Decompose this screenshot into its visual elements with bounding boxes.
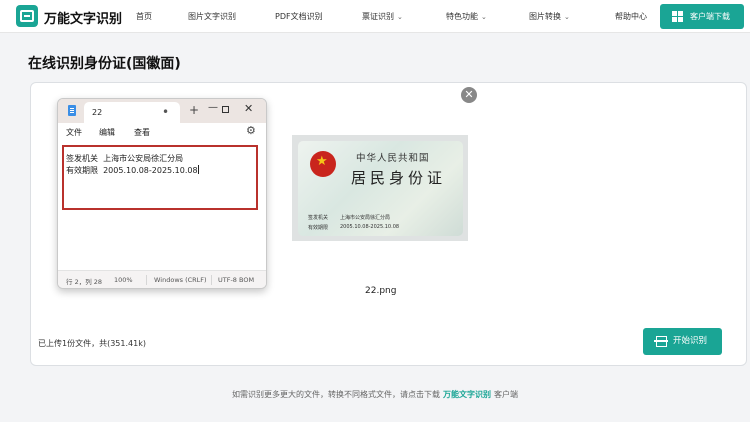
remove-file-icon[interactable]: ✕	[461, 87, 477, 103]
notepad-tab[interactable]: 22 •	[84, 102, 180, 123]
notepad-titlebar: 22 • + — ✕	[58, 99, 266, 123]
chevron-down-icon: ⌄	[564, 13, 570, 21]
card-issuer-value: 上海市公安局徐汇分局	[340, 215, 391, 221]
status-separator	[211, 275, 212, 285]
card-validity-value: 2005.10.08-2025.10.08	[340, 224, 400, 230]
notepad-statusbar: 行 2，列 28 100% Windows (CRLF) UTF-8 BOM	[58, 270, 266, 288]
close-icon[interactable]: ✕	[244, 102, 253, 115]
minimize-icon[interactable]: —	[208, 102, 218, 113]
scan-icon	[654, 336, 668, 347]
card-header-title: 居民身份证	[351, 169, 447, 187]
thumbnail-file-name: 22.png	[365, 286, 397, 296]
nav-help[interactable]: 帮助中心	[615, 11, 647, 22]
id-card-image: 中华人民共和国 居民身份证 签发机关 上海市公安局徐汇分局 有效期限 2005.…	[298, 141, 463, 236]
nav-image-convert[interactable]: 图片转换 ⌄	[529, 11, 570, 22]
footer-brand-link[interactable]: 万能文字识别	[443, 390, 491, 399]
maximize-icon[interactable]	[222, 106, 229, 113]
unsaved-dot-icon[interactable]: •	[162, 105, 169, 119]
notepad-tab-name: 22	[92, 108, 103, 117]
nav-home[interactable]: 首页	[136, 11, 152, 22]
notepad-file-icon	[68, 105, 76, 116]
status-zoom: 100%	[114, 276, 133, 284]
top-nav-bar: 万能文字识别 首页 图片文字识别 PDF文档识别 票证识别 ⌄ 特色功能 ⌄ 图片转…	[0, 0, 750, 33]
gear-icon[interactable]: ⚙	[246, 124, 256, 137]
windows-icon	[672, 11, 683, 22]
footer-note: 如需识别更多更大的文件，转换不同格式文件，请点击下载 万能文字识别 客户端	[232, 390, 518, 399]
page-title: 在线识别身份证(国徽面)	[28, 56, 181, 72]
start-recognition-button[interactable]: 开始识别	[643, 328, 722, 355]
status-cursor-position: 行 2，列 28	[66, 278, 103, 286]
client-download-button[interactable]: 客户端下载	[660, 4, 744, 29]
nav-image-ocr[interactable]: 图片文字识别	[188, 11, 236, 22]
chevron-down-icon: ⌄	[481, 13, 487, 21]
national-emblem-icon	[310, 151, 336, 177]
card-issuer-label: 签发机关	[308, 215, 329, 221]
app-logo-text[interactable]: 万能文字识别	[44, 8, 122, 27]
upload-summary: 已上传1份文件，共(351.41k)	[38, 339, 146, 348]
nav-pdf-ocr[interactable]: PDF文档识别	[275, 11, 323, 22]
nav-features[interactable]: 特色功能 ⌄	[446, 11, 487, 22]
card-validity-label: 有效期限	[308, 225, 329, 231]
status-encoding: UTF-8 BOM	[218, 276, 255, 284]
result-highlight-box	[62, 145, 258, 210]
menu-file[interactable]: 文件	[66, 127, 82, 138]
app-logo-icon[interactable]	[16, 5, 38, 27]
menu-view[interactable]: 查看	[134, 127, 150, 138]
status-line-ending: Windows (CRLF)	[154, 276, 207, 284]
menu-edit[interactable]: 编辑	[99, 127, 115, 138]
notepad-menubar: 文件 编辑 查看 ⚙	[58, 123, 266, 141]
nav-ticket-ocr[interactable]: 票证识别 ⌄	[362, 11, 403, 22]
new-tab-icon[interactable]: +	[189, 103, 199, 117]
status-separator	[146, 275, 147, 285]
card-header-country: 中华人民共和国	[356, 153, 430, 164]
chevron-down-icon: ⌄	[397, 13, 403, 21]
uploaded-image-thumbnail[interactable]: 中华人民共和国 居民身份证 签发机关 上海市公安局徐汇分局 有效期限 2005.…	[292, 135, 468, 241]
